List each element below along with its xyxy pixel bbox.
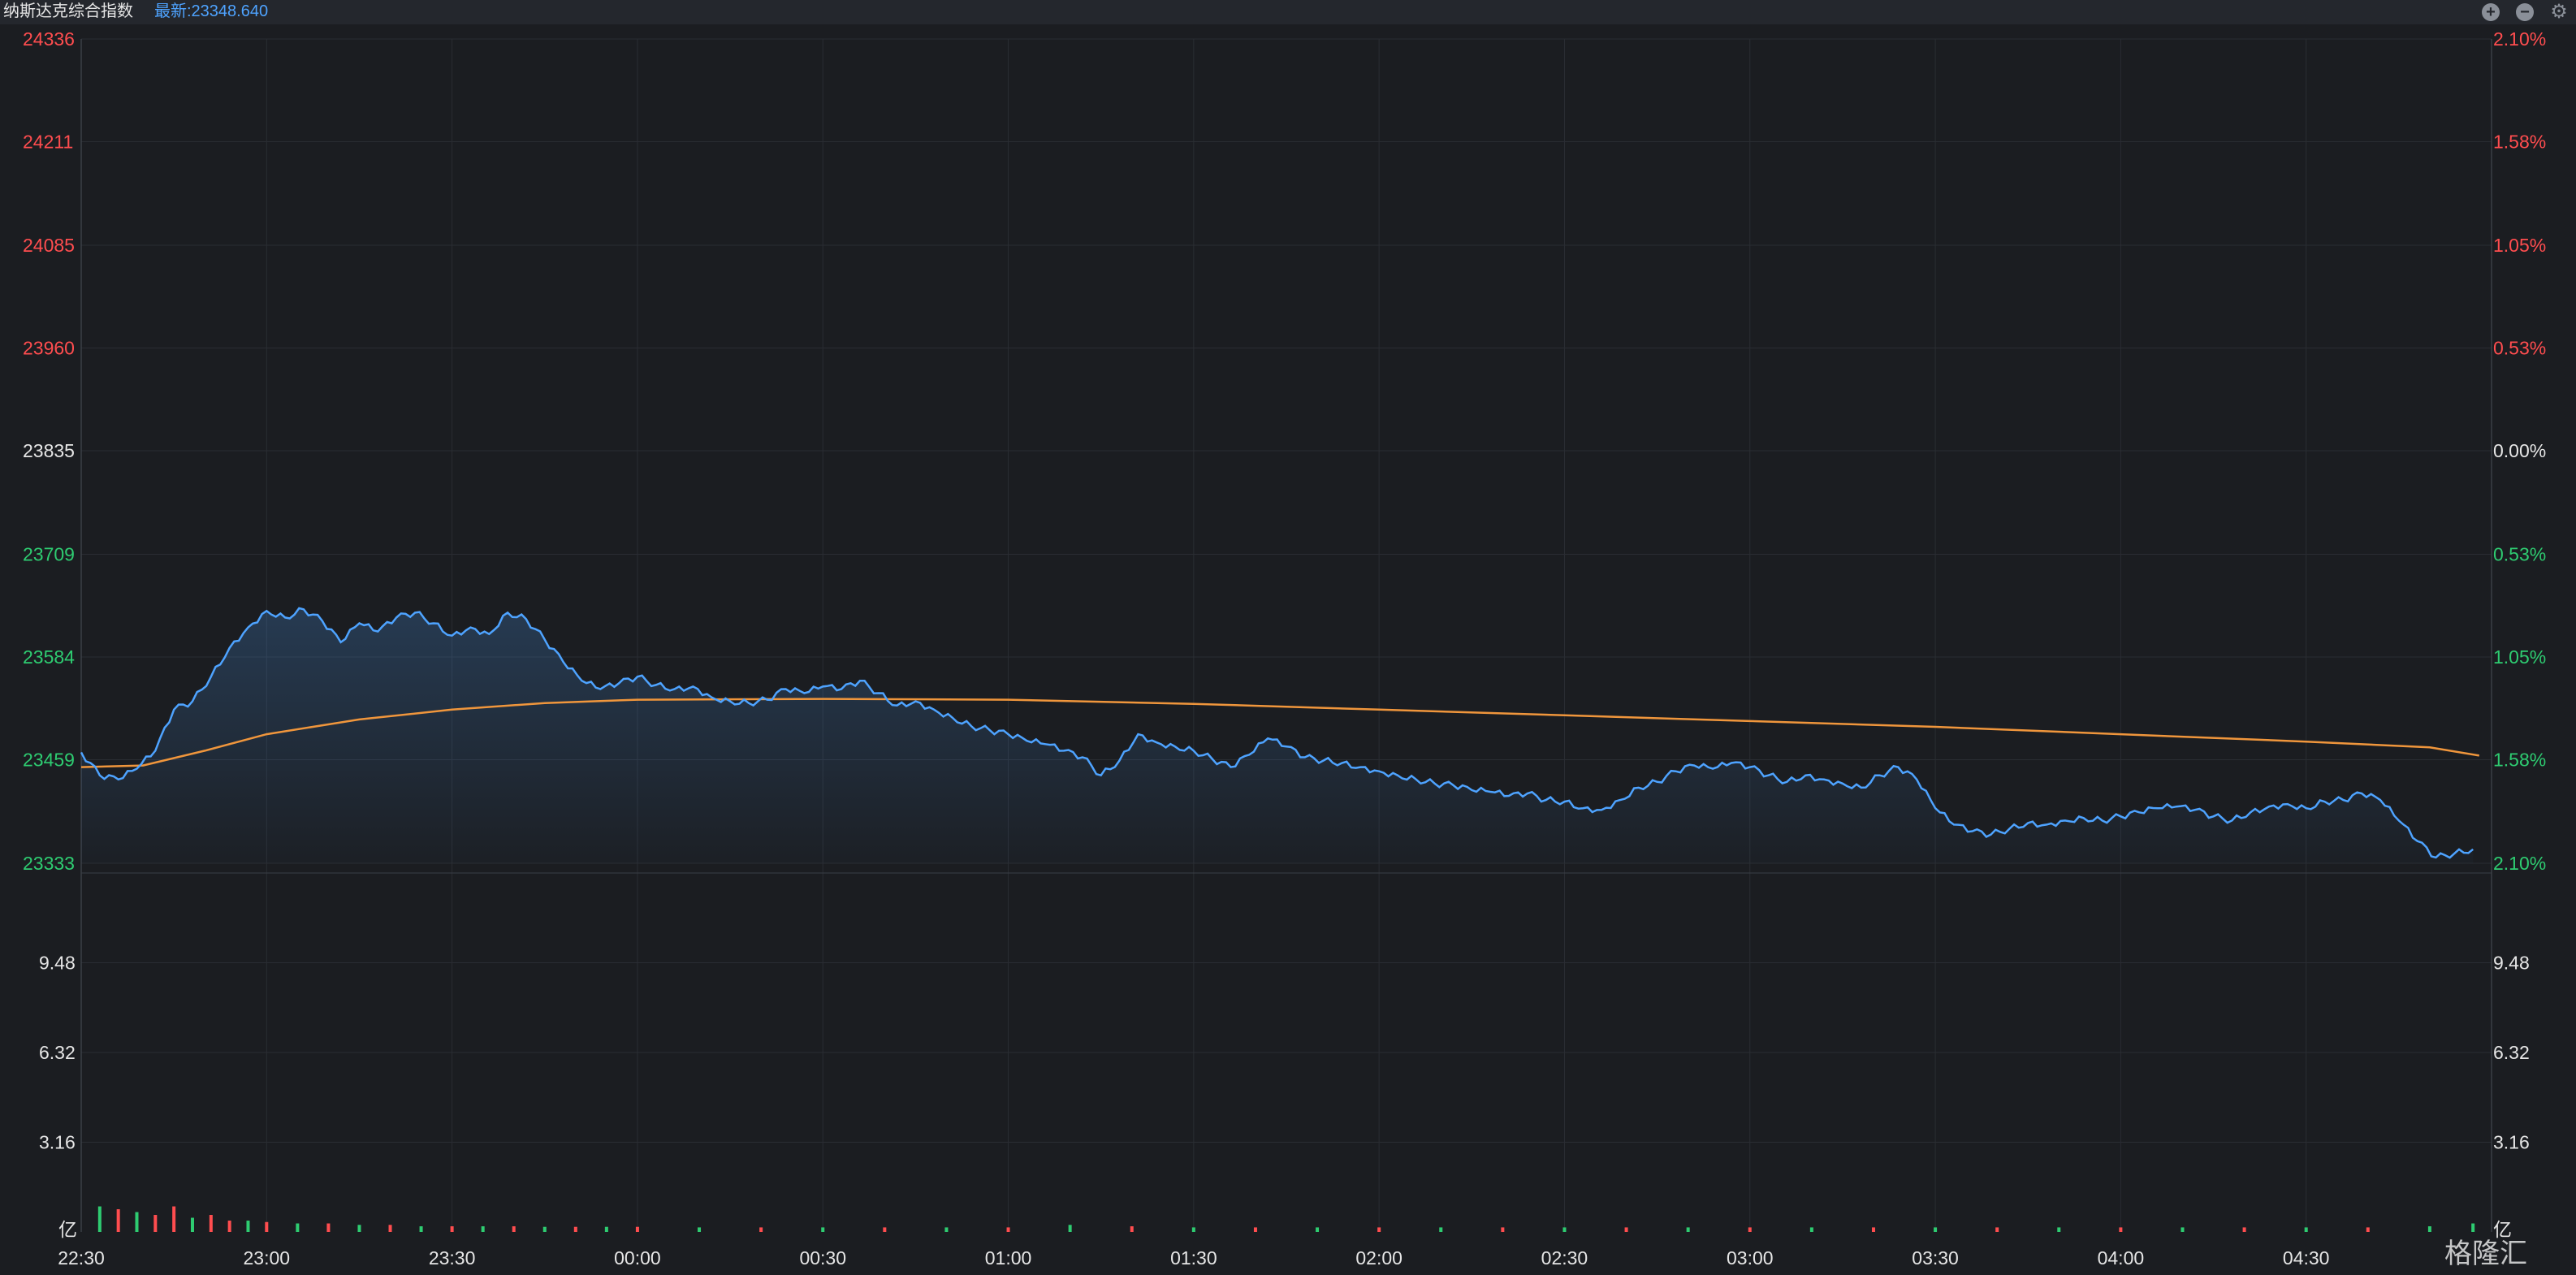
y-tick-left: 24336: [23, 28, 75, 50]
volume-bar: [1995, 1227, 1999, 1232]
volume-unit-left: 亿: [58, 1219, 77, 1240]
volume-tick-right: 9.48: [2493, 953, 2530, 974]
y-tick-left: 23709: [23, 544, 75, 565]
y-tick-right: 0.53%: [2493, 544, 2546, 565]
volume-bar: [135, 1212, 139, 1232]
volume-bar: [1253, 1227, 1257, 1232]
y-tick-left: 23584: [23, 646, 75, 668]
volume-tick-left: 9.48: [39, 953, 76, 974]
y-tick-left: 23459: [23, 749, 75, 770]
volume-bar: [1624, 1227, 1628, 1232]
volume-bars: [97, 1206, 2475, 1232]
y-tick-left: 23333: [23, 853, 75, 874]
volume-tick-left: 3.16: [39, 1132, 76, 1153]
volume-bar: [2427, 1226, 2431, 1232]
volume-bar: [481, 1226, 485, 1232]
volume-tick-right: 3.16: [2493, 1132, 2530, 1153]
volume-bar: [512, 1226, 516, 1232]
x-tick-label: 02:30: [1541, 1247, 1588, 1269]
volume-bar: [604, 1226, 608, 1232]
y-tick-right: 2.10%: [2493, 28, 2546, 50]
volume-bar: [1191, 1227, 1195, 1232]
y-tick-left: 24211: [23, 131, 73, 152]
volume-bar: [190, 1217, 194, 1232]
volume-bar: [246, 1221, 250, 1232]
volume-bar: [883, 1227, 887, 1232]
volume-bar: [2181, 1227, 2185, 1232]
y-tick-right: 2.10%: [2493, 853, 2546, 874]
volume-bar: [1501, 1227, 1505, 1232]
volume-bar: [573, 1226, 577, 1232]
x-tick-label: 03:30: [1912, 1247, 1959, 1269]
volume-bar: [388, 1225, 392, 1232]
volume-bar: [419, 1226, 423, 1232]
volume-bar: [1871, 1227, 1875, 1232]
x-tick-label: 23:00: [244, 1247, 291, 1269]
volume-bar: [698, 1227, 702, 1232]
volume-bar: [759, 1227, 763, 1232]
volume-bar: [1130, 1226, 1134, 1232]
volume-bar: [2119, 1227, 2123, 1232]
x-tick-label: 00:00: [614, 1247, 661, 1269]
volume-bar: [1068, 1225, 1072, 1232]
volume-bar: [1748, 1227, 1752, 1232]
volume-bar: [172, 1206, 176, 1232]
x-tick-label: 22:30: [58, 1247, 105, 1269]
watermark: 格隆汇: [2444, 1238, 2527, 1270]
volume-bar: [635, 1226, 639, 1232]
x-tick-label: 03:00: [1727, 1247, 1774, 1269]
x-tick-label: 01:00: [985, 1247, 1032, 1269]
y-tick-right: 1.58%: [2493, 749, 2546, 770]
x-tick-label: 00:30: [799, 1247, 846, 1269]
intraday-chart: 24336 2.10% 24211 1.58% 24085 1.05% 23960 0.53%…: [23, 28, 2546, 1270]
volume-bar: [326, 1223, 331, 1232]
y-tick-right: 1.05%: [2493, 235, 2546, 256]
volume-tick-right: 6.32: [2493, 1042, 2530, 1063]
y-tick-left: 23960: [23, 337, 75, 358]
volume-bar: [542, 1226, 547, 1232]
volume-bar: [1934, 1227, 1938, 1232]
volume-bar: [296, 1223, 300, 1232]
x-tick-label: 01:30: [1170, 1247, 1217, 1269]
y-tick-left: 24085: [23, 235, 75, 256]
volume-bar: [1006, 1227, 1010, 1232]
volume-bar: [1316, 1227, 1320, 1232]
volume-bar: [944, 1227, 949, 1232]
x-tick-label: 02:00: [1355, 1247, 1403, 1269]
volume-bar: [116, 1209, 120, 1232]
volume-bar: [1686, 1227, 1690, 1232]
y-tick-right: 1.05%: [2493, 646, 2546, 668]
volume-bar: [209, 1215, 213, 1232]
y-tick-right: 0.53%: [2493, 337, 2546, 358]
price-area-fill: [81, 607, 2474, 863]
volume-bar: [357, 1225, 361, 1232]
volume-bar: [1809, 1227, 1813, 1232]
volume-bar: [2366, 1227, 2370, 1232]
volume-bar: [265, 1221, 269, 1232]
volume-bar: [1562, 1227, 1567, 1232]
volume-bar: [821, 1227, 825, 1232]
y-tick-right: 0.00%: [2493, 440, 2546, 461]
volume-bar: [450, 1226, 454, 1232]
volume-bar: [2057, 1227, 2061, 1232]
volume-tick-left: 6.32: [39, 1042, 76, 1063]
volume-bar: [2471, 1223, 2475, 1232]
volume-bar: [1377, 1227, 1381, 1232]
volume-bar: [2304, 1227, 2308, 1232]
y-tick-left: 23835: [23, 440, 75, 461]
volume-bar: [97, 1206, 102, 1232]
volume-bar: [153, 1215, 158, 1232]
y-tick-right: 1.58%: [2493, 131, 2546, 152]
volume-bar: [2242, 1227, 2246, 1232]
volume-bar: [227, 1221, 231, 1232]
x-tick-label: 23:30: [429, 1247, 476, 1269]
x-tick-label: 04:30: [2283, 1247, 2330, 1269]
volume-bar: [1439, 1227, 1443, 1232]
x-tick-label: 04:00: [2098, 1247, 2145, 1269]
